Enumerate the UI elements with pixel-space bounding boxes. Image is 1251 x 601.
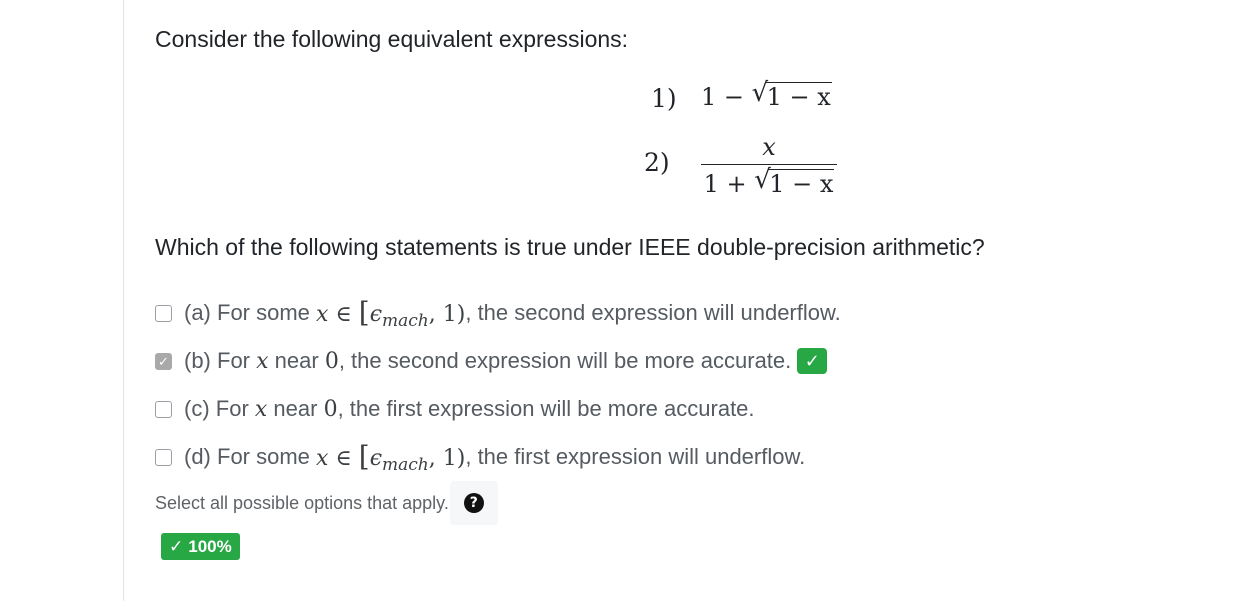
checkmark-icon: ✓ [158, 353, 169, 369]
expression-1-lead: 1 − [701, 83, 752, 111]
question-circle-icon: ? [463, 493, 484, 513]
sqrt-symbol: √ 1 − x [754, 165, 835, 198]
option-a[interactable]: (a) For some x ∈ [ϵmach, 1) , the second… [155, 296, 841, 331]
option-b-zero: 0 [324, 348, 339, 374]
option-b-checkbox[interactable]: ✓ [155, 352, 172, 370]
expression-1-radicand: 1 − x [765, 82, 832, 111]
option-d[interactable]: (d) For some x ∈ [ϵmach, 1) , the first … [155, 440, 806, 475]
option-c-var: x [254, 396, 268, 422]
expression-2-radicand: 1 − x [768, 169, 835, 198]
score-value: 100% [188, 536, 232, 556]
option-c[interactable]: (c) For x near 0 , the first expression … [155, 392, 755, 426]
option-c-text: , the first expression will be more accu… [337, 396, 755, 421]
option-d-label: (d) For some [184, 444, 310, 469]
question-prompt: Which of the following statements is tru… [155, 234, 985, 260]
score-badge: ✓ 100% [161, 533, 240, 560]
option-d-checkbox[interactable] [155, 448, 172, 466]
hint-text: Select all possible options that apply. [155, 492, 449, 513]
hint-row: Select all possible options that apply. … [155, 481, 498, 525]
equation-number-1: 1) [651, 84, 677, 113]
option-a-checkbox[interactable] [155, 304, 172, 322]
sqrt-symbol: √ 1 − x [751, 78, 832, 111]
equation-number-2: 2) [644, 148, 670, 177]
option-b-var: x [256, 348, 269, 374]
option-b-near: near [268, 348, 325, 373]
option-a-math: x ∈ [ϵmach, 1) [316, 296, 466, 331]
option-b-label: (b) For [184, 348, 250, 373]
option-b-text: , the second expression will be more acc… [338, 348, 792, 373]
expression-1: 1 − √ 1 − x [701, 78, 832, 111]
option-a-text: , the second expression will underflow. [465, 300, 841, 325]
option-b[interactable]: ✓ (b) For x near 0 , the second expressi… [155, 344, 828, 378]
option-c-label: (c) For [184, 396, 249, 421]
check-icon: ✓ [169, 536, 184, 556]
option-a-label: (a) For some [184, 300, 310, 325]
option-c-near: near [267, 396, 324, 421]
help-button[interactable]: ? [449, 481, 498, 525]
display-equations: 1) 1 − √ 1 − x 2) x 1 + √ 1 − x [155, 0, 1215, 220]
expression-2-denominator: 1 + √ 1 − x [703, 165, 835, 198]
expression-2-numerator: x [762, 133, 776, 161]
option-d-text: , the first expression will underflow. [465, 444, 806, 469]
option-c-zero: 0 [323, 396, 338, 422]
option-c-checkbox[interactable] [155, 400, 172, 418]
correct-check-icon: ✓ [797, 348, 828, 374]
expression-2-fraction: x 1 + √ 1 − x [701, 132, 837, 198]
option-d-math: x ∈ [ϵmach, 1) [316, 440, 466, 475]
left-divider [123, 0, 124, 601]
